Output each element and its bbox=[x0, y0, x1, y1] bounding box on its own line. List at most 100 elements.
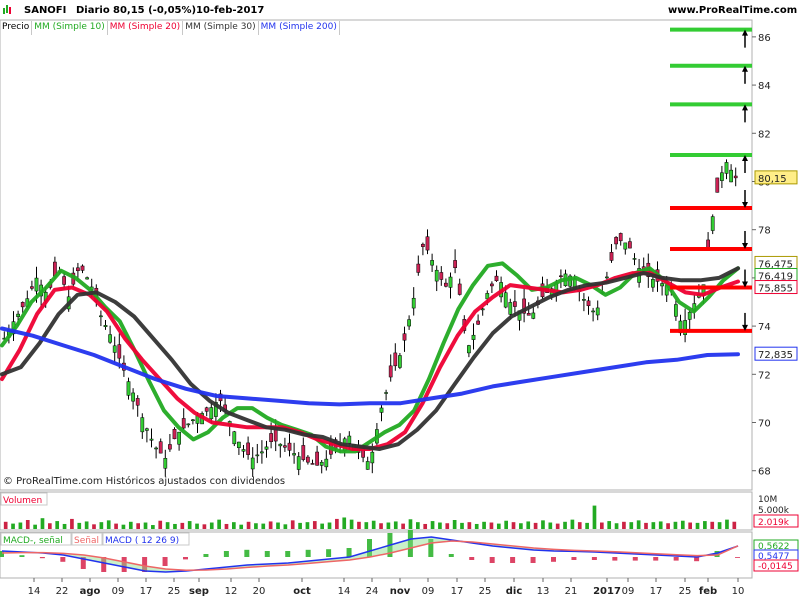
price-levels bbox=[670, 27, 752, 333]
volume-bar bbox=[651, 522, 656, 529]
price-panel bbox=[0, 159, 740, 477]
price-label-text: 75,855 bbox=[758, 284, 793, 295]
macd-legend-2: Señal bbox=[74, 536, 99, 546]
date-tick-label: 17 bbox=[140, 586, 153, 597]
date-tick-label: 17 bbox=[451, 586, 464, 597]
candle-body bbox=[503, 292, 508, 308]
candle-body bbox=[131, 392, 135, 402]
volume-bar bbox=[703, 521, 707, 529]
volume-bar bbox=[305, 522, 310, 529]
candle-body bbox=[145, 428, 149, 431]
volume-bar bbox=[379, 523, 383, 529]
candle-body bbox=[158, 441, 163, 454]
candle-body bbox=[365, 461, 370, 470]
volume-bar bbox=[541, 520, 545, 529]
volume-bar bbox=[467, 522, 472, 529]
macd-histogram-bar bbox=[591, 557, 597, 560]
candle-body bbox=[204, 407, 209, 412]
candle-body bbox=[402, 333, 407, 341]
candle-body bbox=[269, 433, 273, 442]
candle-body bbox=[444, 282, 448, 287]
volume-bar bbox=[511, 522, 516, 529]
volume-bar bbox=[298, 522, 302, 529]
moving-average-line bbox=[0, 261, 740, 454]
volume-bar bbox=[276, 522, 280, 529]
chart-window: SANOFI Diario 80,15 (-0,05%) 10-feb-2017… bbox=[0, 0, 800, 600]
macd-histogram-bar bbox=[735, 557, 740, 558]
volume-bar bbox=[187, 521, 192, 529]
candle-body bbox=[260, 451, 264, 454]
candle-body bbox=[16, 313, 20, 317]
date-tick-label: 24 bbox=[366, 586, 379, 597]
volume-title: Volumen bbox=[3, 496, 42, 506]
date-tick-label: 09 bbox=[112, 586, 125, 597]
candle-body bbox=[605, 276, 609, 279]
price-label-text: 80,15 bbox=[758, 174, 787, 185]
chart-svg[interactable]: 6870727476788082848680,1576,47576,41975,… bbox=[0, 0, 800, 600]
macd-histogram-bar bbox=[203, 554, 209, 557]
candle-body bbox=[586, 300, 591, 307]
volume-bar bbox=[246, 521, 251, 529]
volume-bar bbox=[489, 522, 494, 529]
volume-bar bbox=[717, 522, 722, 529]
candle-body bbox=[393, 352, 398, 367]
moving-average-line bbox=[0, 326, 740, 407]
price-tick-label: 68 bbox=[758, 467, 771, 478]
candle-body bbox=[384, 392, 388, 394]
date-tick-label: ago bbox=[80, 586, 101, 597]
date-tick-label: 25 bbox=[679, 586, 692, 597]
volume-bar bbox=[283, 524, 288, 529]
price-tick-label: 78 bbox=[758, 226, 771, 237]
macd-histogram-bar bbox=[469, 557, 475, 560]
volume-bar bbox=[349, 519, 354, 529]
candle-body bbox=[476, 320, 480, 325]
candle-body bbox=[480, 308, 485, 311]
volume-bar bbox=[600, 522, 604, 529]
volume-tick-10m: 10M bbox=[758, 495, 777, 505]
candle-body bbox=[453, 260, 457, 269]
volume-bar bbox=[239, 524, 244, 529]
volume-bar bbox=[577, 522, 582, 529]
candle-body bbox=[674, 304, 678, 317]
volume-bar bbox=[423, 523, 428, 529]
candle-body bbox=[30, 286, 34, 289]
candle-body bbox=[448, 276, 453, 288]
candle-body bbox=[430, 260, 434, 266]
candle-body bbox=[485, 293, 490, 300]
date-tick-label: 09 bbox=[422, 586, 435, 597]
candle-body bbox=[103, 325, 108, 328]
macd-histogram-bar bbox=[612, 557, 618, 561]
candle-body bbox=[490, 283, 494, 287]
volume-bar bbox=[195, 523, 199, 529]
date-tick-label: 12 bbox=[225, 586, 238, 597]
macd-histogram-bar bbox=[346, 548, 352, 557]
candle-body bbox=[112, 345, 117, 353]
macd-histogram-bar bbox=[571, 557, 577, 560]
price-tick-label: 74 bbox=[758, 322, 771, 333]
candle-body bbox=[729, 169, 733, 183]
volume-bar bbox=[217, 519, 221, 529]
candle-body bbox=[632, 258, 637, 260]
candle-body bbox=[715, 177, 720, 193]
price-panel-frame bbox=[0, 19, 753, 491]
volume-bar bbox=[548, 522, 553, 529]
date-tick-label: 10 bbox=[732, 586, 745, 597]
volume-bar bbox=[151, 525, 155, 529]
candle-body bbox=[508, 302, 513, 315]
volume-bar bbox=[209, 522, 214, 529]
candle-body bbox=[287, 442, 292, 451]
volume-bar bbox=[416, 522, 420, 529]
candle-body bbox=[186, 423, 191, 426]
macd-histogram-bar bbox=[448, 554, 454, 557]
date-tick-label: 09 bbox=[622, 586, 635, 597]
date-tick-label: 25 bbox=[168, 586, 181, 597]
volume-bar bbox=[386, 522, 391, 529]
volume-bar bbox=[335, 518, 339, 529]
volume-bar bbox=[592, 505, 597, 529]
volume-bar bbox=[607, 521, 612, 529]
volume-bar bbox=[622, 521, 626, 529]
candle-body bbox=[733, 175, 738, 179]
macd-histogram-bar bbox=[673, 557, 679, 561]
candle-body bbox=[407, 319, 411, 327]
volume-bar bbox=[18, 522, 23, 529]
